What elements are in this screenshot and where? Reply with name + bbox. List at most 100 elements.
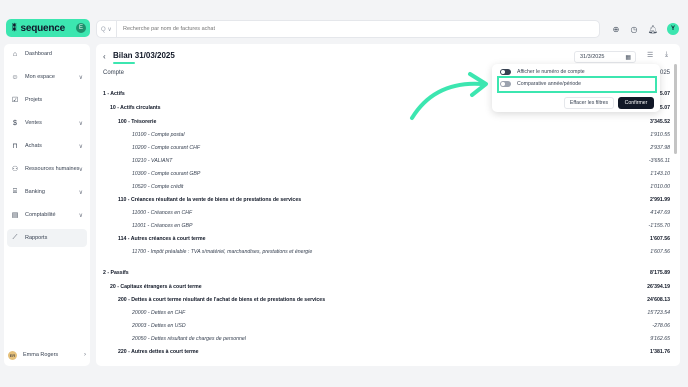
- account-label: 11700 - Impôt préalable : TVA s/matériel…: [132, 249, 313, 255]
- sidebar-item-label: Ressources humaines: [25, 166, 80, 172]
- back-arrow-icon[interactable]: ‹: [103, 52, 106, 61]
- table-row[interactable]: 11001 - Créances en GBP -1'155.70: [96, 223, 680, 233]
- account-label: 11000 - Créances en CHF: [132, 210, 193, 216]
- sidebar: ⌂ Dashboard ☺ Mon espace ∨ ☑ Projets $ V…: [4, 44, 90, 366]
- scrollbar[interactable]: [674, 64, 677, 154]
- brand-name: sequence: [20, 22, 66, 34]
- account-label: 10100 - Compte postal: [132, 132, 185, 138]
- table-row[interactable]: 20000 - Dettes en CHF 15'723.54: [96, 310, 680, 320]
- account-value: -1'155.70: [648, 223, 670, 229]
- account-label: 10200 - Compte courant CHF: [132, 145, 201, 151]
- search-bar: Q ∨: [96, 20, 600, 38]
- check-icon: ☑: [11, 97, 19, 104]
- account-value: 9'162.65: [650, 336, 670, 342]
- sidebar-item-banking[interactable]: ⌸ Banking ∨: [7, 183, 87, 201]
- account-value: 8'175.89: [650, 270, 670, 276]
- annotation-arrow-icon: [410, 72, 488, 120]
- sidebar-item-rapports[interactable]: ⟋ Rapports: [7, 229, 87, 247]
- chart-icon: ⟋: [12, 234, 18, 241]
- table-row[interactable]: 10210 - VALIANT -3'656.11: [96, 158, 680, 168]
- chevron-down-icon: ∨: [78, 212, 83, 219]
- table-row[interactable]: 200 - Dettes à court terme résultant de …: [96, 297, 680, 307]
- table-row[interactable]: 100 - Trésorerie 3'345.52: [96, 119, 680, 129]
- title-underline: [113, 62, 135, 64]
- confirm-button[interactable]: Confirmer: [618, 97, 654, 109]
- account-label: 10210 - VALIANT: [132, 158, 173, 164]
- table-row[interactable]: 20003 - Dettes en USD -278.06: [96, 323, 680, 333]
- table-row[interactable]: 10520 - Compte crédit 1'010.00: [96, 184, 680, 194]
- search-scope-select[interactable]: Q ∨: [97, 21, 117, 37]
- chevron-right-icon: ›: [84, 352, 86, 358]
- sales-icon: $: [13, 119, 17, 127]
- sidebar-item-achats[interactable]: ⊓ Achats ∨: [7, 137, 87, 155]
- workspace-badge[interactable]: E: [76, 23, 86, 33]
- account-value: 15'723.54: [647, 310, 670, 316]
- table-row[interactable]: 20050 - Dettes résultant de charges de p…: [96, 336, 680, 346]
- account-value: 2'991.99: [650, 197, 670, 203]
- sidebar-item-label: Projets: [25, 97, 43, 103]
- clear-filters-button[interactable]: Effacer les filtres: [564, 97, 614, 109]
- filter-settings-icon[interactable]: ☰: [647, 51, 653, 59]
- table-row[interactable]: 11000 - Créances en CHF 4'147.69: [96, 210, 680, 220]
- sidebar-item-label: Dashboard: [25, 51, 52, 57]
- cart-icon: ⊓: [12, 143, 18, 150]
- sidebar-item-comptabilite[interactable]: ▤ Comptabilité ∨: [7, 206, 87, 224]
- account-label: 20 - Capitaux étrangers à court terme: [110, 284, 202, 290]
- account-label: 110 - Créances résultant de la vente de …: [118, 197, 302, 203]
- account-label: 20050 - Dettes résultant de charges de p…: [132, 336, 246, 342]
- account-label: 11001 - Créances en GBP: [132, 223, 193, 229]
- table-row[interactable]: 10200 - Compte courant CHF 2'937.98: [96, 145, 680, 155]
- table-row[interactable]: 10300 - Compte courant GBP 1'143.10: [96, 171, 680, 181]
- date-field[interactable]: 31/3/2025 ▦: [574, 51, 636, 63]
- account-value: -278.06: [652, 323, 670, 329]
- account-label: 20003 - Dettes en USD: [132, 323, 186, 329]
- chevron-down-icon: ∨: [78, 166, 83, 173]
- column-header-account: Compte: [103, 70, 125, 76]
- account-value: 1'143.10: [650, 171, 670, 177]
- account-label: 114 - Autres créances à court terme: [118, 236, 206, 242]
- sidebar-item-ressources-humaines[interactable]: ⚇ Ressources humaines ∨: [7, 160, 87, 178]
- account-value: 26'394.19: [647, 284, 670, 290]
- sidebar-item-label: Banking: [25, 189, 45, 195]
- user-menu[interactable]: ER Emma Rogers ›: [8, 348, 88, 362]
- calendar-icon[interactable]: ▦: [625, 54, 631, 61]
- chevron-down-icon: ∨: [78, 143, 83, 150]
- account-value: 1'010.00: [650, 184, 670, 190]
- date-value: 31/3/2025: [580, 54, 605, 60]
- table-row[interactable]: 114 - Autres créances à court terme 1'607…: [96, 236, 680, 246]
- avatar[interactable]: Y: [667, 23, 679, 35]
- table-row[interactable]: 110 - Créances résultant de la vente de …: [96, 197, 680, 207]
- logo-mark-icon: ⁑: [12, 22, 17, 33]
- account-value: 1'607.56: [650, 249, 670, 255]
- bank-icon: ⌸: [12, 188, 18, 195]
- add-icon[interactable]: ⊕: [610, 23, 622, 35]
- table-row[interactable]: 2 - Passifs 8'175.89: [96, 270, 680, 280]
- sidebar-item-ventes[interactable]: $ Ventes ∨: [7, 114, 87, 132]
- show-account-number-toggle[interactable]: [500, 69, 511, 75]
- table-row[interactable]: 220 - Autres dettes à court terme 1'381.7…: [96, 349, 680, 359]
- account-label: 10300 - Compte courant GBP: [132, 171, 201, 177]
- account-value: 4'147.69: [650, 210, 670, 216]
- sidebar-item-projets[interactable]: ☑ Projets: [7, 91, 87, 109]
- brand-logo[interactable]: ⁑ sequence E: [6, 19, 90, 37]
- people-icon: ⚇: [11, 166, 19, 173]
- account-label: 10 - Actifs circulants: [110, 105, 161, 111]
- account-value: 1'607.56: [650, 236, 670, 242]
- table-row[interactable]: 20 - Capitaux étrangers à court terme 26'…: [96, 284, 680, 294]
- sidebar-item-label: Comptabilité: [25, 212, 56, 218]
- account-label: 1 - Actifs: [103, 91, 125, 97]
- search-input[interactable]: [117, 26, 577, 32]
- table-row[interactable]: 10100 - Compte postal 1'910.55: [96, 132, 680, 142]
- user-avatar: ER: [8, 350, 17, 360]
- download-icon[interactable]: ⤓: [665, 51, 668, 59]
- account-label: 20000 - Dettes en CHF: [132, 310, 186, 316]
- sidebar-item-label: Mon espace: [25, 74, 55, 80]
- table-row[interactable]: 11700 - Impôt préalable : TVA s/matériel…: [96, 249, 680, 259]
- clock-icon[interactable]: ◷: [628, 23, 640, 35]
- chevron-down-icon: ∨: [78, 120, 83, 127]
- sidebar-item-mon-espace[interactable]: ☺ Mon espace ∨: [7, 68, 87, 86]
- account-label: 200 - Dettes à court terme résultant de …: [118, 297, 326, 303]
- bell-icon[interactable]: 🔔︎: [647, 23, 659, 35]
- account-value: 1'381.76: [650, 349, 670, 355]
- sidebar-item-dashboard[interactable]: ⌂ Dashboard: [7, 45, 87, 63]
